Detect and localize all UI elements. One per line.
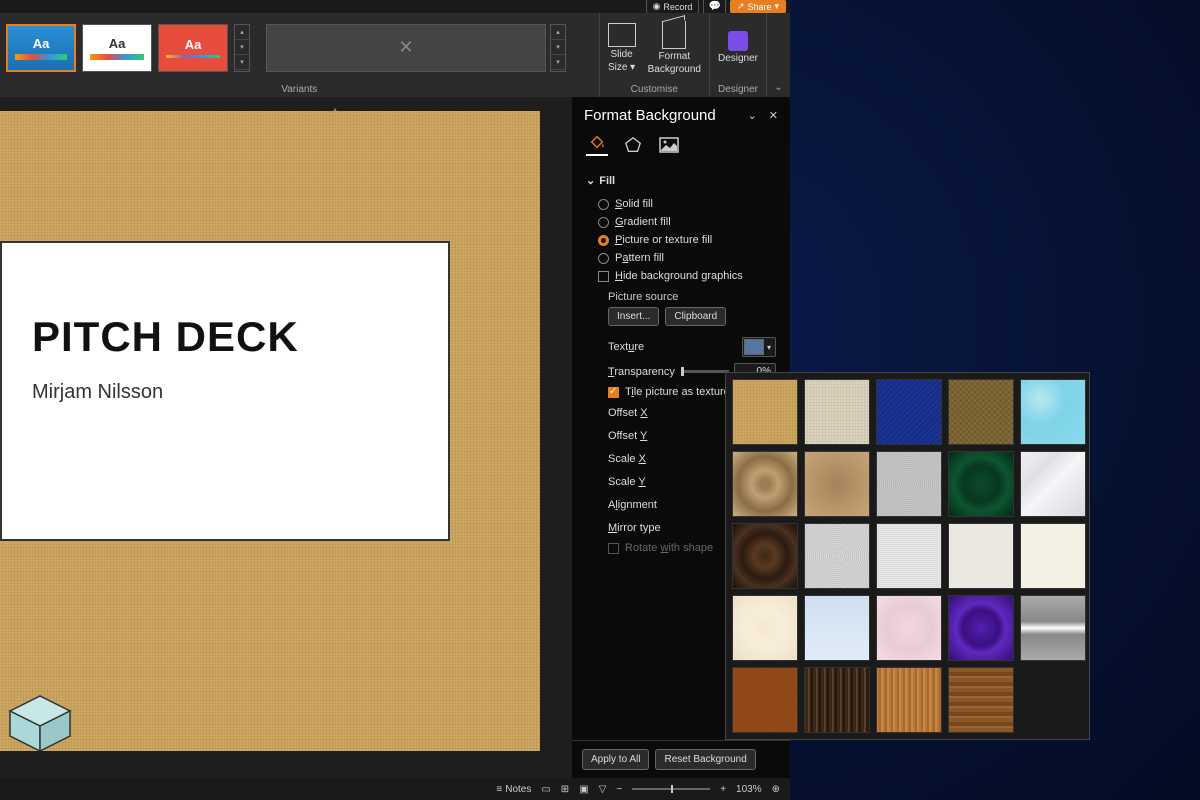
slide-subtitle: Mirjam Nilsson	[32, 381, 418, 404]
sorter-view-button[interactable]: ⊞	[561, 784, 569, 795]
reading-view-button[interactable]: ▣	[579, 784, 588, 795]
notes-button[interactable]: ≡ Notes	[496, 784, 531, 795]
texture-swatch-7[interactable]	[804, 451, 870, 517]
designer-button[interactable]: Designer	[718, 31, 758, 64]
apply-to-all-button[interactable]: Apply to All	[582, 749, 649, 770]
texture-swatch-14[interactable]	[948, 523, 1014, 589]
gradient-fill-radio[interactable]: Gradient fill	[586, 213, 776, 231]
slide-title: PITCH DECK	[32, 313, 418, 361]
pane-title: Format Background	[584, 107, 716, 124]
normal-view-button[interactable]: ▭	[541, 784, 550, 795]
pattern-fill-radio[interactable]: Pattern fill	[586, 249, 776, 267]
record-button[interactable]: ◉ Record	[646, 0, 700, 14]
picture-source-label: Picture source	[586, 285, 776, 307]
status-bar: ≡ Notes ▭ ⊞ ▣ ▽ − + 103% ⊕	[0, 778, 790, 800]
designer-group-label: Designer	[718, 82, 758, 97]
designer-icon	[728, 31, 748, 51]
texture-swatch-empty	[1020, 667, 1086, 733]
effects-more-button[interactable]: ▴▾▾	[550, 24, 566, 72]
clipboard-button[interactable]: Clipboard	[665, 307, 726, 326]
reset-background-button[interactable]: Reset Background	[655, 749, 755, 770]
texture-swatch-11[interactable]	[732, 523, 798, 589]
transparency-slider[interactable]	[681, 370, 729, 373]
transparency-label: Transparency	[608, 366, 729, 378]
slide-size-button[interactable]: SlideSize ▾	[608, 23, 636, 73]
texture-gallery-popup	[725, 372, 1090, 740]
texture-swatch-1[interactable]	[732, 379, 798, 445]
designer-group: Designer Designer	[709, 13, 766, 97]
pane-close-button[interactable]: ✕	[769, 109, 778, 122]
texture-dropdown[interactable]	[742, 337, 776, 357]
zoom-in-button[interactable]: +	[720, 784, 726, 795]
slide-canvas[interactable]: ▴ PITCH DECK Mirjam Nilsson	[0, 97, 572, 778]
format-background-icon	[662, 21, 686, 49]
ribbon-collapse-button[interactable]: ⌄	[766, 13, 790, 97]
texture-swatch-2[interactable]	[804, 379, 870, 445]
pane-tabs	[572, 134, 790, 164]
workspace: ▴ PITCH DECK Mirjam Nilsson Format Backg…	[0, 97, 790, 778]
zoom-slider[interactable]	[632, 788, 710, 790]
offsetx-label: Offset X	[608, 407, 648, 419]
slide: PITCH DECK Mirjam Nilsson	[0, 111, 540, 751]
texture-swatch-13[interactable]	[876, 523, 942, 589]
texture-swatch-23[interactable]	[876, 667, 942, 733]
texture-swatch-12[interactable]	[804, 523, 870, 589]
texture-swatch-9[interactable]	[948, 451, 1014, 517]
insert-button[interactable]: Insert...	[608, 307, 659, 326]
zoom-out-button[interactable]: −	[616, 784, 622, 795]
slide-size-icon	[608, 23, 636, 47]
slide-graphic-cube	[0, 671, 80, 751]
ribbon: Aa Aa Aa ▴▾▾ ✕ ▴▾▾ Variants SlideSize ▾	[0, 13, 790, 97]
share-button[interactable]: ↗ Share ▾	[730, 0, 786, 14]
variants-more-button[interactable]: ▴▾▾	[234, 24, 250, 72]
texture-swatch-4[interactable]	[948, 379, 1014, 445]
texture-swatch-10[interactable]	[1020, 451, 1086, 517]
fill-section-header[interactable]: ⌄Fill	[586, 174, 776, 187]
texture-swatch-3[interactable]	[876, 379, 942, 445]
texture-swatch-17[interactable]	[804, 595, 870, 661]
effects-tab[interactable]	[622, 134, 644, 156]
powerpoint-window: ◉ Record 💬 ↗ Share ▾ Aa Aa Aa ▴▾▾ ✕ ▴▾▾ …	[0, 0, 790, 800]
variants-group-label: Variants	[0, 82, 599, 97]
variant-thumb-3[interactable]: Aa	[158, 24, 228, 72]
texture-swatch-19[interactable]	[948, 595, 1014, 661]
variant-thumb-1[interactable]: Aa	[6, 24, 76, 72]
scalex-label: Scale X	[608, 453, 646, 465]
texture-swatch-5[interactable]	[1020, 379, 1086, 445]
texture-swatch-15[interactable]	[1020, 523, 1086, 589]
picture-texture-fill-radio[interactable]: Picture or texture fill	[586, 231, 776, 249]
alignment-label: Alignment	[608, 499, 657, 511]
titlebar: ◉ Record 💬 ↗ Share ▾	[0, 0, 790, 13]
comments-button[interactable]: 💬	[703, 0, 725, 14]
texture-swatch-8[interactable]	[876, 451, 942, 517]
texture-swatch-20[interactable]	[1020, 595, 1086, 661]
texture-label: Texture	[608, 341, 644, 353]
texture-swatch-16[interactable]	[732, 595, 798, 661]
scaley-label: Scale Y	[608, 476, 646, 488]
offsety-label: Offset Y	[608, 430, 647, 442]
texture-swatch-21[interactable]	[732, 667, 798, 733]
pane-options-button[interactable]: ⌄	[748, 109, 757, 122]
solid-fill-radio[interactable]: Solid fill	[586, 195, 776, 213]
zoom-level[interactable]: 103%	[736, 784, 762, 795]
texture-swatch-6[interactable]	[732, 451, 798, 517]
customise-group: SlideSize ▾ FormatBackground Customise	[599, 13, 709, 97]
variants-group: Aa Aa Aa ▴▾▾ ✕ ▴▾▾ Variants	[0, 13, 599, 97]
texture-swatch-24[interactable]	[948, 667, 1014, 733]
texture-swatch-22[interactable]	[804, 667, 870, 733]
slide-textbox[interactable]: PITCH DECK Mirjam Nilsson	[0, 241, 450, 541]
fit-to-window-button[interactable]: ⊕	[772, 784, 780, 795]
effect-thumb[interactable]: ✕	[266, 24, 546, 72]
format-background-button[interactable]: FormatBackground	[648, 21, 701, 75]
mirror-label: Mirror type	[608, 522, 661, 534]
customise-group-label: Customise	[608, 82, 701, 97]
variant-thumb-2[interactable]: Aa	[82, 24, 152, 72]
hide-graphics-checkbox[interactable]: Hide background graphics	[586, 267, 776, 285]
slideshow-button[interactable]: ▽	[599, 784, 607, 795]
texture-swatch-18[interactable]	[876, 595, 942, 661]
fill-tab[interactable]	[586, 134, 608, 156]
picture-tab[interactable]	[658, 134, 680, 156]
